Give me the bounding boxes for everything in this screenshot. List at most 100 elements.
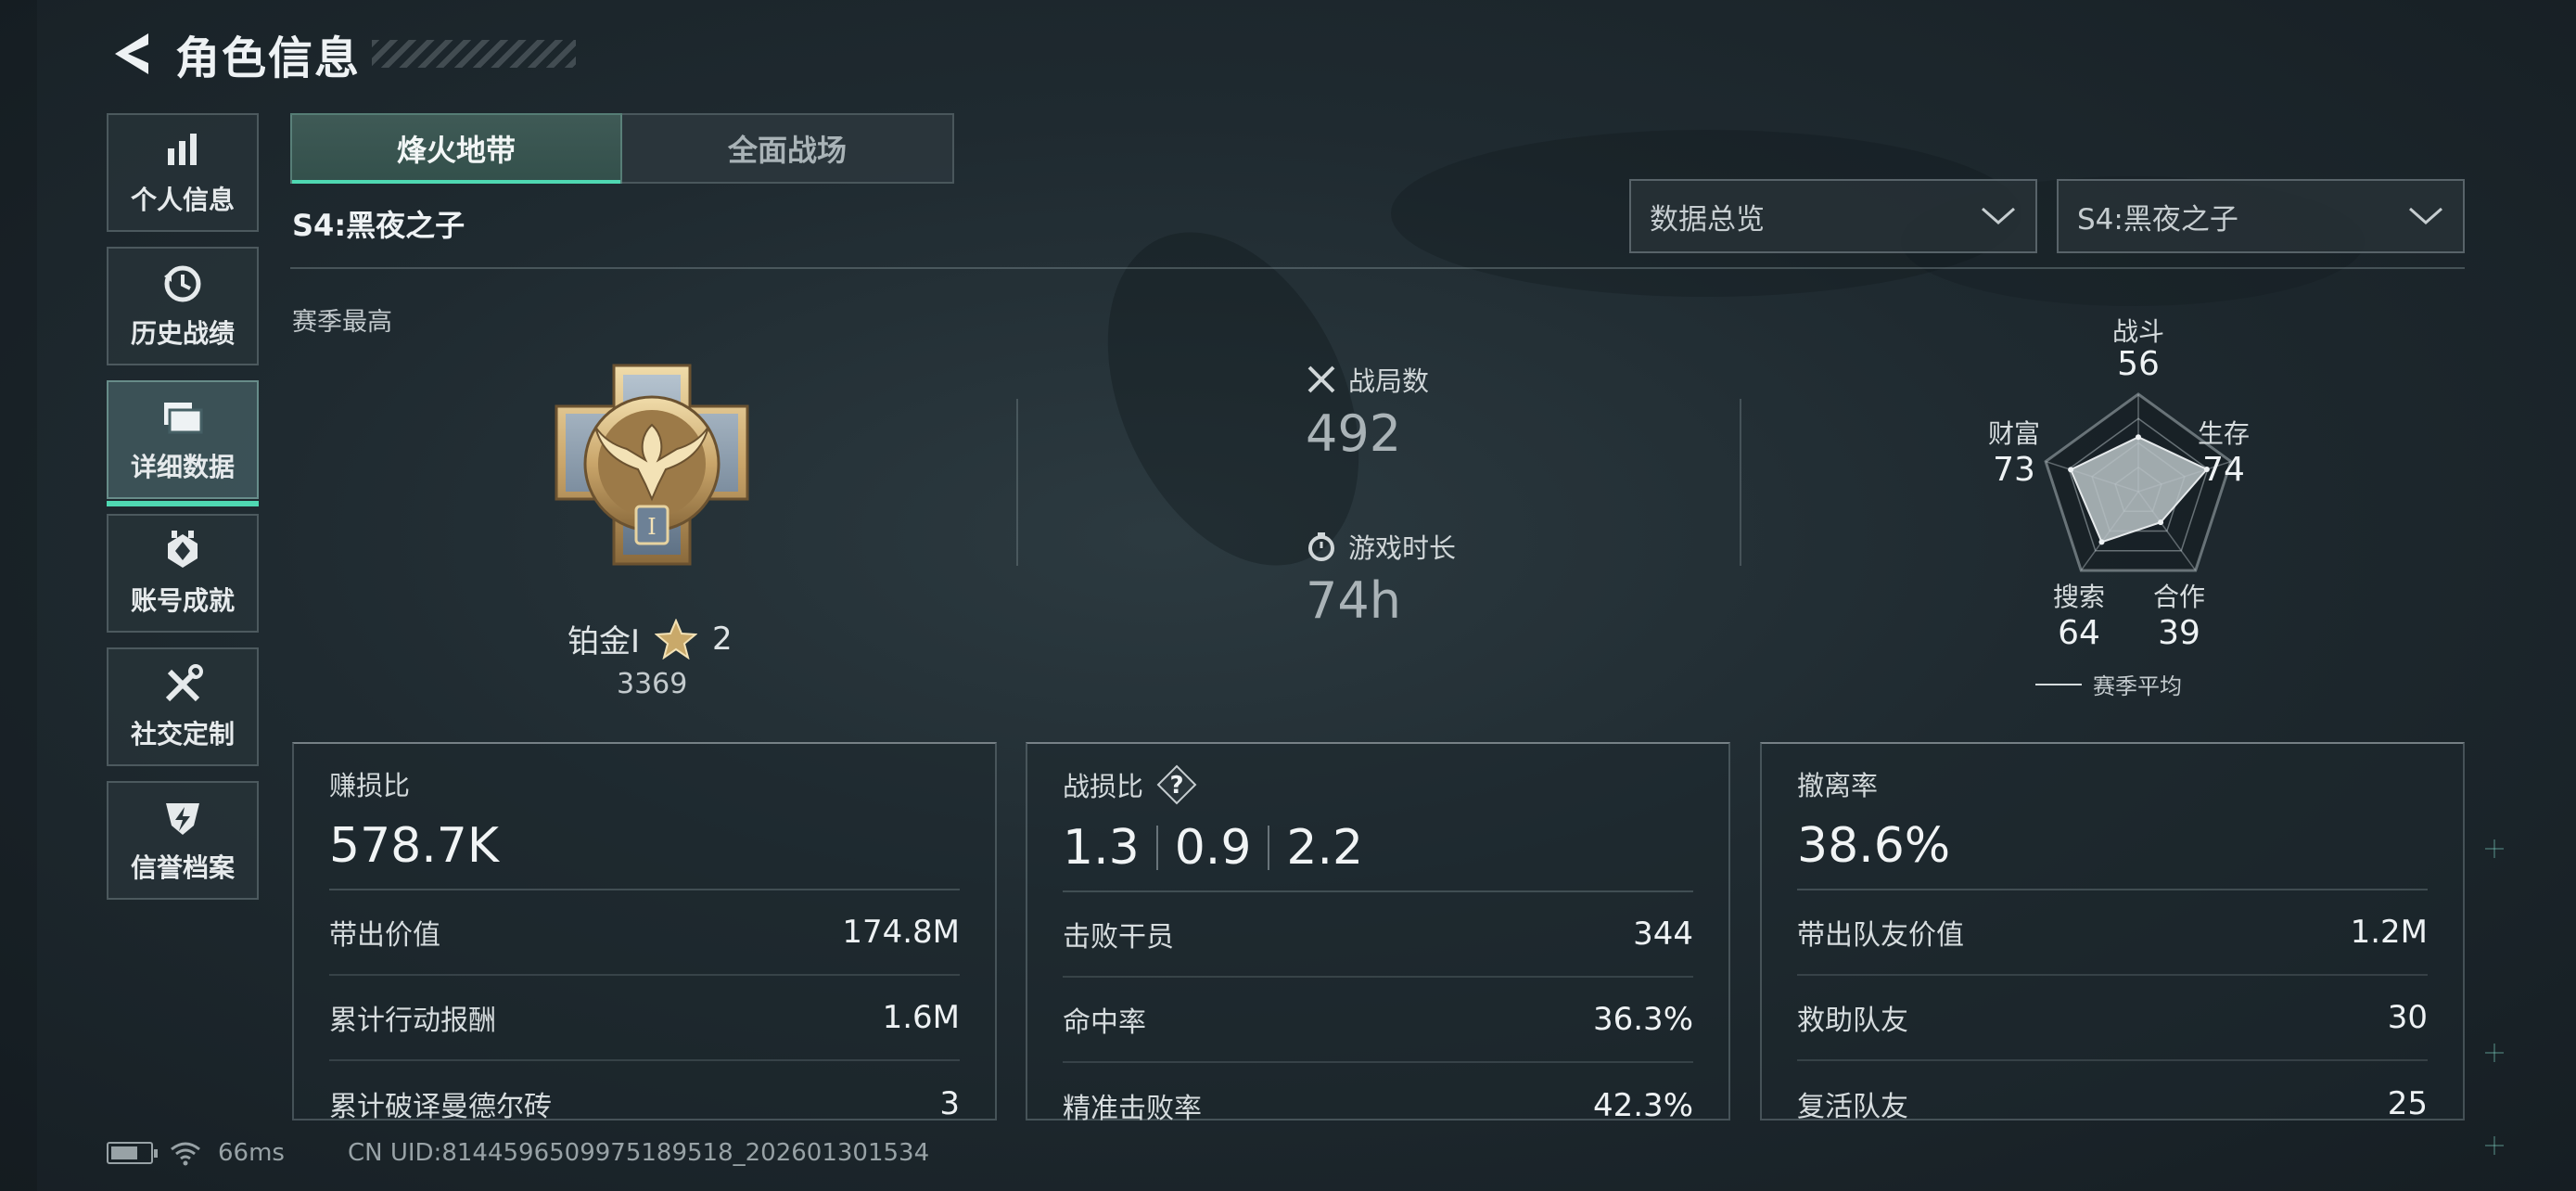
table-row: 累计行动报酬 1.6M (329, 976, 960, 1061)
title-decoration (372, 40, 577, 68)
card-main-value: 578.7K (329, 818, 499, 874)
row-value: 174.8M (842, 914, 960, 951)
sidebar-item-label: 社交定制 (130, 719, 235, 749)
sidebar-item-reputation[interactable]: 信誉档案 (107, 781, 259, 900)
card-title: 赚损比 (329, 770, 411, 801)
radar-label-survival: 生存 (2197, 418, 2250, 449)
sidebar-item-personal-info[interactable]: 个人信息 (107, 113, 259, 232)
row-label: 精准击败率 (1063, 1093, 1202, 1125)
matches-value: 492 (1306, 404, 1402, 463)
shield-bolt-icon (160, 796, 205, 840)
chevron-down-icon (2409, 207, 2442, 225)
radar-value-cooperation: 39 (2158, 614, 2200, 652)
card-main-value: 38.6% (1797, 818, 1951, 874)
view-dropdown[interactable]: 数据总览 (1629, 179, 2037, 253)
view-dropdown-value: 数据总览 (1650, 202, 1765, 237)
playtime-label: 游戏时长 (1348, 532, 1457, 564)
bar-chart-icon (160, 128, 205, 173)
row-value: 344 (1633, 916, 1693, 953)
row-value: 36.3% (1592, 1001, 1693, 1038)
matches-stat: 战局数 492 (1306, 360, 1429, 463)
mode-tabs: 烽火地带 全面战场 (290, 113, 954, 184)
tab-full-battlefield[interactable]: 全面战场 (622, 113, 954, 184)
page-title: 角色信息 (175, 32, 362, 84)
kd-value-2: 0.9 (1174, 820, 1252, 876)
radar-point (2136, 434, 2141, 441)
radar-value-survival: 74 (2202, 451, 2245, 489)
radar-label-cooperation: 合作 (2152, 582, 2205, 612)
section-divider (290, 267, 2465, 269)
svg-text:?: ? (1169, 772, 1183, 800)
chevron-down-icon (1982, 207, 2015, 225)
radar-label-wealth: 财富 (1987, 418, 2040, 449)
kd-separator (1268, 826, 1270, 870)
row-label: 带出价值 (329, 919, 440, 952)
profit-card: 赚损比 578.7K 带出价值 174.8M 累计行动报酬 1.6M 累计破译曼德尔… (292, 742, 997, 1123)
achievement-badge-icon (160, 529, 205, 573)
vertical-divider (1740, 399, 1741, 566)
folder-icon (160, 395, 205, 440)
sidebar-item-label: 详细数据 (130, 452, 235, 482)
table-row: 复活队友 25 (1797, 1061, 2428, 1146)
radar-value-search: 64 (2058, 614, 2100, 652)
wifi-icon (171, 1142, 200, 1166)
kd-value-1: 1.3 (1063, 820, 1140, 876)
season-dropdown[interactable]: S4:黑夜之子 (2057, 179, 2465, 253)
table-row: 带出队友价值 1.2M (1797, 890, 2428, 976)
row-value: 42.3% (1592, 1087, 1693, 1124)
tab-hazard-zone[interactable]: 烽火地带 (290, 113, 622, 184)
radar-value-wealth: 73 (1993, 451, 2035, 489)
sidebar-item-history[interactable]: 历史战绩 (107, 247, 259, 365)
ping-value: 66ms (218, 1139, 285, 1167)
rank-stars: 2 (712, 620, 733, 658)
page-header: 角色信息 (107, 20, 577, 87)
row-value: 1.2M (2350, 914, 2428, 951)
sidebar-item-social[interactable]: 社交定制 (107, 647, 259, 766)
row-value: 30 (2387, 999, 2428, 1036)
vertical-divider (1016, 399, 1018, 566)
radar-point (2068, 467, 2074, 473)
extraction-card: 撤离率 38.6% 带出队友价值 1.2M 救助队友 30 复活队友 25 (1760, 742, 2465, 1123)
card-title: 战损比 (1063, 771, 1144, 802)
table-row: 精准击败率 42.3% (1063, 1063, 1693, 1148)
row-label: 累计行动报酬 (329, 1005, 496, 1037)
radar-point (2158, 519, 2164, 526)
table-row: 带出价值 174.8M (329, 890, 960, 976)
matches-label: 战局数 (1348, 365, 1430, 397)
sidebar-item-label: 历史战绩 (130, 318, 235, 349)
kd-value-3: 2.2 (1286, 820, 1364, 876)
battery-icon (107, 1142, 158, 1164)
radar-value-combat: 56 (2117, 345, 2160, 383)
help-icon[interactable]: ? (1156, 764, 1197, 805)
row-value: 1.6M (882, 999, 960, 1036)
playtime-stat: 游戏时长 74h (1306, 527, 1456, 630)
sidebar-item-achievements[interactable]: 账号成就 (107, 514, 259, 633)
table-row: 命中率 36.3% (1063, 978, 1693, 1063)
radar-point (2098, 539, 2105, 545)
tools-icon (160, 662, 205, 707)
rank-score: 3369 (617, 668, 688, 700)
ability-radar: 战斗 56 生存 74 合作 39 搜索 64 财富 73 (1947, 306, 2355, 696)
sidebar-item-detailed-data[interactable]: 详细数据 (107, 380, 259, 506)
row-value: 25 (2387, 1085, 2428, 1122)
sidebar-item-label: 个人信息 (130, 185, 235, 215)
sidebar-item-label: 信誉档案 (130, 852, 235, 883)
radar-label-search: 搜索 (2052, 582, 2105, 612)
season-title: S4:黑夜之子 (292, 208, 465, 243)
kd-separator (1155, 826, 1158, 870)
legend-line (2035, 683, 2082, 685)
row-label: 复活队友 (1797, 1091, 1908, 1123)
row-label: 累计破译曼德尔砖 (329, 1091, 552, 1123)
svg-text:I: I (647, 514, 656, 540)
row-label: 命中率 (1063, 1006, 1146, 1039)
history-clock-icon (160, 262, 205, 306)
back-button[interactable] (107, 20, 159, 87)
season-dropdown-value: S4:黑夜之子 (2077, 202, 2238, 237)
status-bar: 66ms CN UID:8144596509975189518_20260130… (107, 1139, 929, 1167)
kd-values: 1.3 0.9 2.2 (1063, 813, 1693, 883)
back-arrow-icon (115, 33, 148, 74)
sidebar-item-label: 账号成就 (130, 585, 235, 616)
radar-legend-label: 赛季平均 (2093, 673, 2182, 699)
rank-name: 铂金Ⅰ (567, 623, 641, 660)
radar-legend: 赛季平均 (2035, 668, 2182, 700)
